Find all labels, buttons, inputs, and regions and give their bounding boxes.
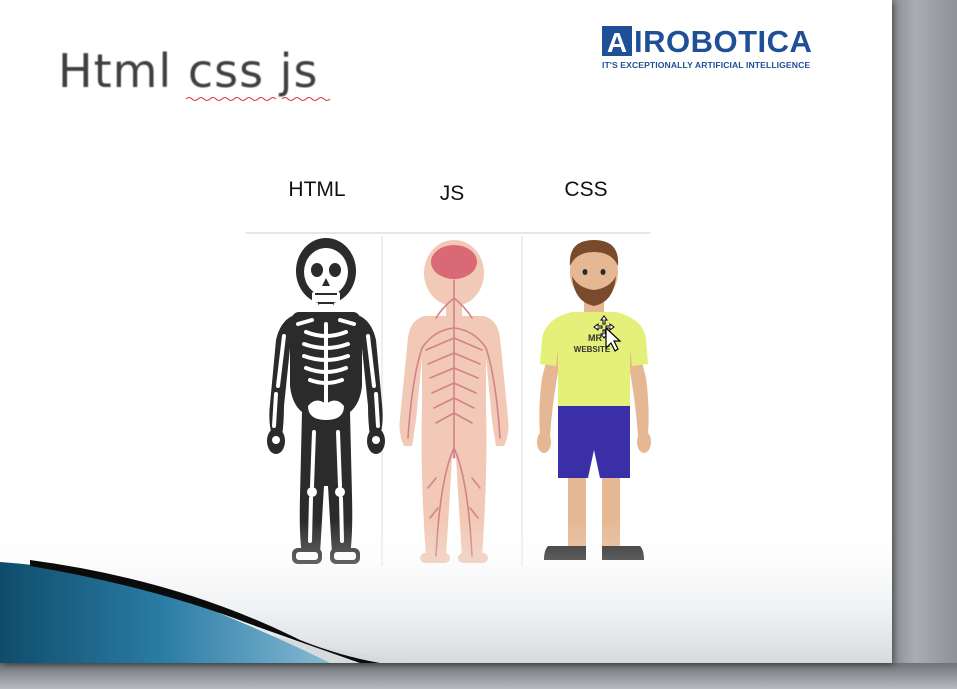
logo-mark-icon: A <box>602 26 632 58</box>
logo-mark-letter: A <box>607 27 627 56</box>
logo-tagline: IT'S EXCEPTIONALLY ARTIFICIAL INTELLIGEN… <box>602 60 811 70</box>
window-bottom-edge <box>0 663 957 689</box>
column-label-css: CSS <box>564 178 608 201</box>
airobotica-logo: A IROBOTICA IT'S EXCEPTIONALLY ARTIFICIA… <box>600 24 845 76</box>
move-cursor-icon <box>593 315 622 352</box>
column-label-html: HTML <box>288 178 346 201</box>
window-right-edge <box>892 0 957 689</box>
header-divider <box>246 232 650 234</box>
logo-wordmark: IROBOTICA <box>634 24 813 59</box>
spellcheck-underline <box>186 97 331 101</box>
nervous-system-figure <box>399 240 509 563</box>
bottom-swoosh-decoration <box>0 520 892 663</box>
column-label-js: JS <box>439 182 465 205</box>
slide-title[interactable]: Html css js <box>58 44 318 98</box>
column-divider-2 <box>521 236 523 566</box>
presentation-slide: Html css js A IROBOTICA IT'S EXCEPTIONAL… <box>0 0 892 663</box>
dressed-man-figure: MR WEBSITE <box>537 240 651 560</box>
